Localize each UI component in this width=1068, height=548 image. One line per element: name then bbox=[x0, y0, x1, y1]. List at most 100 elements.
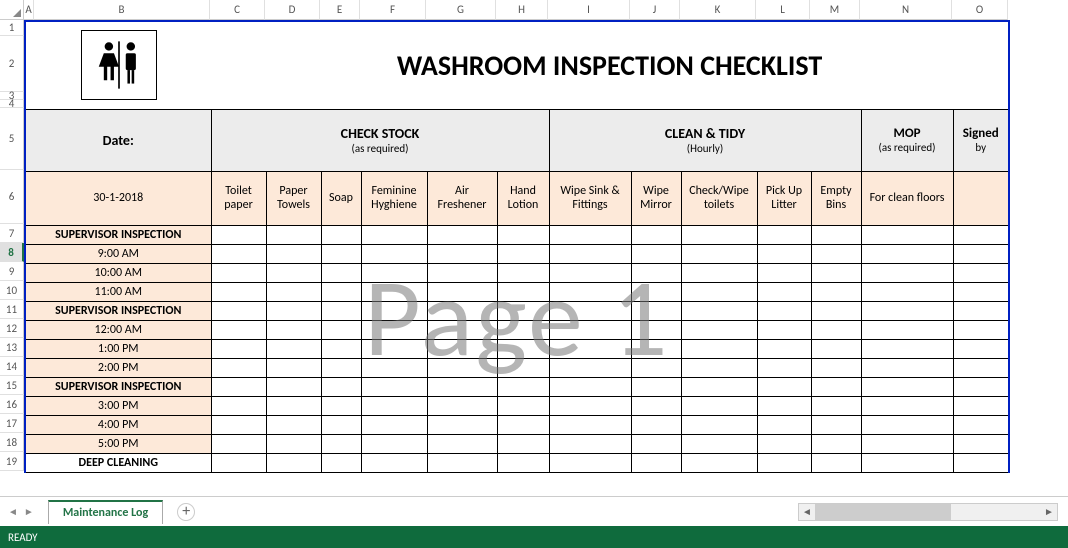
grid-cell[interactable] bbox=[757, 244, 811, 263]
row-header-10[interactable]: 10 bbox=[0, 281, 24, 300]
grid-cell[interactable] bbox=[861, 263, 953, 282]
grid-cell[interactable] bbox=[953, 301, 1009, 320]
col-header-A[interactable]: A bbox=[24, 0, 34, 20]
grid-cell[interactable] bbox=[861, 415, 953, 434]
grid-cell[interactable] bbox=[427, 320, 497, 339]
grid-cell[interactable] bbox=[211, 244, 266, 263]
grid-cell[interactable] bbox=[681, 301, 757, 320]
grid-cell[interactable] bbox=[321, 263, 361, 282]
grid-cell[interactable] bbox=[361, 225, 427, 244]
grid-cell[interactable] bbox=[427, 282, 497, 301]
grid-cell[interactable] bbox=[266, 415, 321, 434]
grid-cell[interactable] bbox=[631, 396, 681, 415]
grid-cell[interactable] bbox=[497, 225, 549, 244]
col-header-M[interactable]: M bbox=[810, 0, 860, 20]
grid-cell[interactable] bbox=[497, 263, 549, 282]
grid-cell[interactable] bbox=[266, 301, 321, 320]
col-header-N[interactable]: N bbox=[860, 0, 952, 20]
grid-cell[interactable] bbox=[631, 339, 681, 358]
grid-cell[interactable] bbox=[681, 396, 757, 415]
grid-cell[interactable] bbox=[757, 225, 811, 244]
grid-cell[interactable] bbox=[211, 301, 266, 320]
grid-cell[interactable] bbox=[953, 453, 1009, 472]
grid-cell[interactable] bbox=[631, 377, 681, 396]
grid-cell[interactable] bbox=[757, 434, 811, 453]
grid-cell[interactable] bbox=[953, 244, 1009, 263]
grid-cell[interactable] bbox=[681, 377, 757, 396]
grid-cell[interactable] bbox=[427, 415, 497, 434]
grid-cell[interactable] bbox=[321, 301, 361, 320]
grid-cell[interactable] bbox=[861, 282, 953, 301]
grid-cell[interactable] bbox=[549, 244, 631, 263]
grid-cell[interactable] bbox=[861, 225, 953, 244]
grid-cell[interactable] bbox=[211, 320, 266, 339]
grid-cell[interactable] bbox=[266, 396, 321, 415]
grid-cell[interactable] bbox=[953, 377, 1009, 396]
col-header-G[interactable]: G bbox=[426, 0, 496, 20]
grid-cell[interactable] bbox=[266, 225, 321, 244]
col-header-K[interactable]: K bbox=[680, 0, 756, 20]
row-header-12[interactable]: 12 bbox=[0, 319, 24, 338]
grid-cell[interactable] bbox=[427, 301, 497, 320]
worksheet[interactable]: WASHROOM INSPECTION CHECKLIST Date: CHEC… bbox=[24, 20, 1010, 473]
grid-cell[interactable] bbox=[811, 453, 861, 472]
scroll-thumb[interactable] bbox=[815, 504, 951, 520]
grid-cell[interactable] bbox=[549, 377, 631, 396]
grid-cell[interactable] bbox=[861, 377, 953, 396]
grid-cell[interactable] bbox=[427, 434, 497, 453]
grid-cell[interactable] bbox=[497, 358, 549, 377]
grid-cell[interactable] bbox=[321, 358, 361, 377]
col-header-F[interactable]: F bbox=[360, 0, 426, 20]
grid-cell[interactable] bbox=[321, 434, 361, 453]
grid-cell[interactable] bbox=[953, 358, 1009, 377]
grid-cell[interactable] bbox=[427, 244, 497, 263]
grid-cell[interactable] bbox=[861, 320, 953, 339]
grid-cell[interactable] bbox=[361, 282, 427, 301]
tab-nav-first-icon[interactable]: ◄ bbox=[8, 505, 18, 518]
grid-cell[interactable] bbox=[266, 358, 321, 377]
grid-cell[interactable] bbox=[681, 358, 757, 377]
grid-cell[interactable] bbox=[427, 339, 497, 358]
grid-cell[interactable] bbox=[681, 339, 757, 358]
grid-cell[interactable] bbox=[211, 396, 266, 415]
column-headers[interactable]: ABCDEFGHIJKLMNO bbox=[0, 0, 1068, 20]
grid-cell[interactable] bbox=[266, 282, 321, 301]
grid-cell[interactable] bbox=[681, 244, 757, 263]
grid-cell[interactable] bbox=[953, 339, 1009, 358]
grid-cell[interactable] bbox=[953, 263, 1009, 282]
grid-cell[interactable] bbox=[427, 263, 497, 282]
grid-cell[interactable] bbox=[549, 415, 631, 434]
row-header-7[interactable]: 7 bbox=[0, 224, 24, 243]
grid-cell[interactable] bbox=[497, 244, 549, 263]
grid-cell[interactable] bbox=[497, 282, 549, 301]
row-header-18[interactable]: 18 bbox=[0, 433, 24, 452]
section-label[interactable]: DEEP CLEANING bbox=[25, 453, 211, 472]
grid-cell[interactable] bbox=[549, 434, 631, 453]
horizontal-scrollbar[interactable]: ◄ ► bbox=[798, 503, 1058, 521]
section-label[interactable]: SUPERVISOR INSPECTION bbox=[25, 301, 211, 320]
grid-cell[interactable] bbox=[361, 453, 427, 472]
time-cell[interactable]: 2:00 PM bbox=[25, 358, 211, 377]
grid-cell[interactable] bbox=[549, 339, 631, 358]
grid-cell[interactable] bbox=[549, 453, 631, 472]
grid-cell[interactable] bbox=[321, 339, 361, 358]
grid-cell[interactable] bbox=[211, 377, 266, 396]
grid-cell[interactable] bbox=[321, 225, 361, 244]
row-header-19[interactable]: 19 bbox=[0, 452, 24, 471]
grid-cell[interactable] bbox=[631, 301, 681, 320]
col-header-J[interactable]: J bbox=[630, 0, 680, 20]
grid-cell[interactable] bbox=[953, 434, 1009, 453]
time-cell[interactable]: 11:00 AM bbox=[25, 282, 211, 301]
select-all-corner[interactable] bbox=[0, 0, 24, 20]
grid-cell[interactable] bbox=[321, 320, 361, 339]
row-header-2[interactable]: 2 bbox=[0, 36, 24, 92]
time-cell[interactable]: 1:00 PM bbox=[25, 339, 211, 358]
grid-cell[interactable] bbox=[361, 434, 427, 453]
grid-cell[interactable] bbox=[631, 434, 681, 453]
grid-cell[interactable] bbox=[861, 244, 953, 263]
grid-cell[interactable] bbox=[811, 415, 861, 434]
grid-cell[interactable] bbox=[321, 453, 361, 472]
grid-cell[interactable] bbox=[266, 244, 321, 263]
grid-cell[interactable] bbox=[953, 320, 1009, 339]
col-header-C[interactable]: C bbox=[210, 0, 265, 20]
